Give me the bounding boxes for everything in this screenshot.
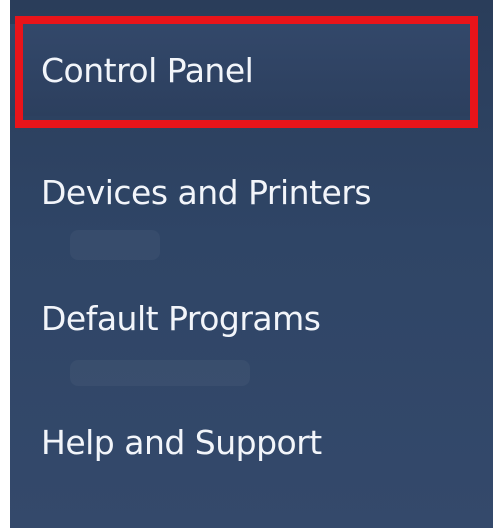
menu-item-label: Control Panel [41,50,254,90]
menu-item-label: Help and Support [41,422,322,462]
menu-item-control-panel[interactable]: Control Panel [10,24,470,116]
start-menu-right-pane: Control Panel Devices and Printers Defau… [10,0,493,528]
menu-item-help-and-support[interactable]: Help and Support [10,392,470,492]
menu-item-default-programs[interactable]: Default Programs [10,268,470,368]
menu-item-devices-and-printers[interactable]: Devices and Printers [10,142,470,242]
menu-item-label: Default Programs [41,298,321,338]
menu-item-label: Devices and Printers [41,172,372,212]
